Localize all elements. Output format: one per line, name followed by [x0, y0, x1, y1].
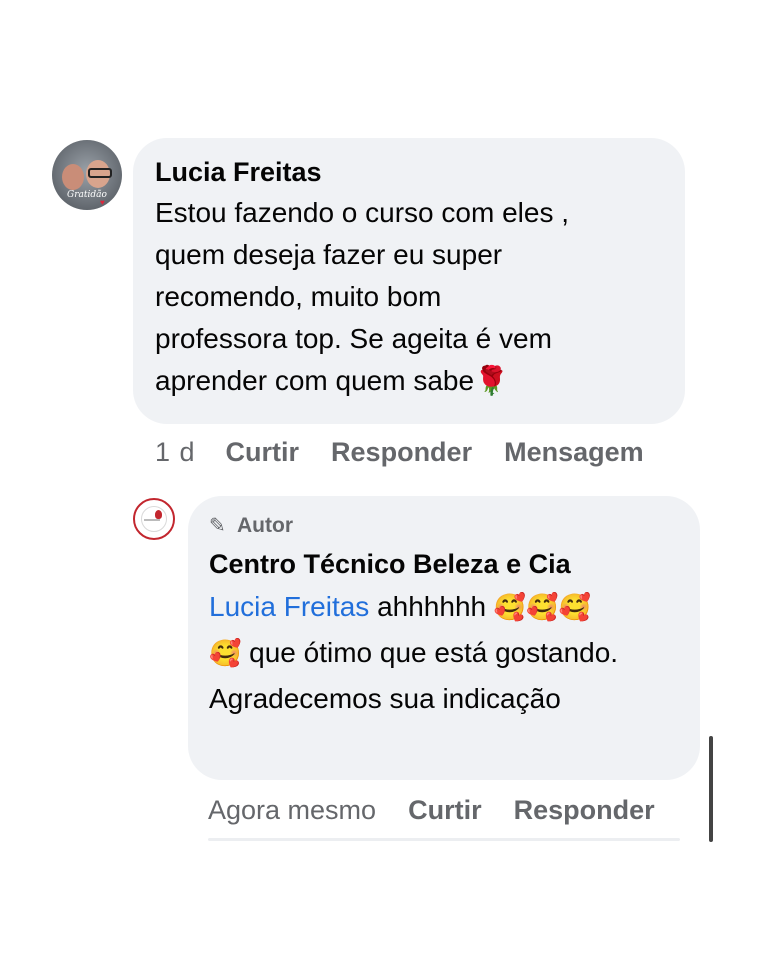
- comment-actions: 1 d Curtir Responder Mensagem: [155, 434, 676, 470]
- comment-text: Estou fazendo o curso com eles , quem de…: [155, 197, 569, 396]
- like-button[interactable]: Curtir: [408, 795, 482, 826]
- avatar-caption: Gratidão: [67, 190, 107, 200]
- reply-text: Lucia Freitas ahhhhhh 🥰🥰🥰 🥰 que ótimo que…: [209, 584, 680, 722]
- scrollbar[interactable]: [709, 736, 713, 842]
- smiling-hearts-emoji-icon: 🥰🥰🥰: [493, 592, 591, 622]
- author-badge-label: Autor: [237, 514, 293, 537]
- reply-actions: Agora mesmo Curtir Responder: [208, 792, 687, 828]
- like-button[interactable]: Curtir: [226, 437, 300, 468]
- pencil-icon: ✎: [209, 515, 226, 537]
- author-badge: ✎ Autor: [209, 512, 680, 540]
- avatar-photo-person: [62, 164, 84, 190]
- comment-bubble: Lucia Freitas Estou fazendo o curso com …: [133, 138, 685, 424]
- next-comment-edge: [208, 838, 680, 841]
- avatar-lucia-freitas[interactable]: Gratidão ♥: [52, 140, 122, 210]
- reply-timestamp[interactable]: Agora mesmo: [208, 795, 376, 826]
- reply-text-part: que ótimo que está gostando. Agradecemos…: [209, 637, 619, 714]
- reply-button[interactable]: Responder: [331, 437, 472, 468]
- reply-author-name[interactable]: Centro Técnico Beleza e Cia: [209, 548, 680, 580]
- glasses-icon: [88, 168, 112, 178]
- comment-timestamp[interactable]: 1 d: [155, 437, 196, 468]
- heart-icon: ♥: [100, 198, 105, 207]
- reply-bubble: ✎ Autor Centro Técnico Beleza e Cia Luci…: [188, 496, 700, 780]
- avatar-centro-tecnico[interactable]: [133, 498, 175, 540]
- reply-text-part: ahhhhhh: [369, 591, 494, 622]
- rose-logo-icon: [155, 510, 162, 519]
- reply-button[interactable]: Responder: [514, 795, 655, 826]
- smiling-hearts-emoji-icon: 🥰: [209, 638, 242, 668]
- logo-text-line: [144, 519, 160, 521]
- message-button[interactable]: Mensagem: [504, 437, 644, 468]
- comment-author-name[interactable]: Lucia Freitas: [155, 156, 661, 188]
- mention-link[interactable]: Lucia Freitas: [209, 591, 369, 622]
